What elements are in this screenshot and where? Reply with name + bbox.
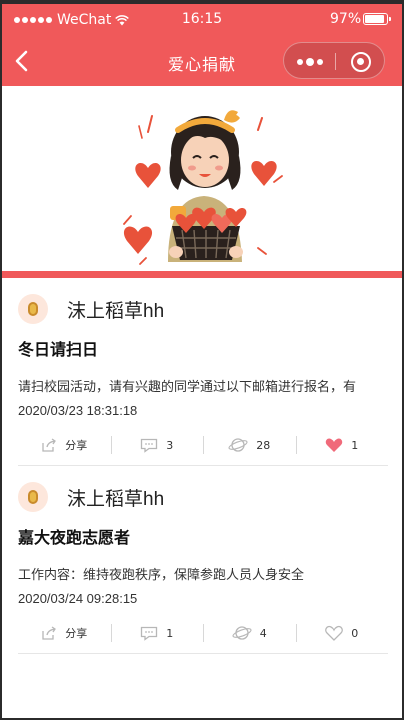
view-count: 4: [259, 626, 267, 640]
comment-button[interactable]: 1: [110, 622, 204, 644]
like-count: 1: [351, 438, 359, 452]
close-ring-icon: [351, 51, 371, 72]
author-name: 沫上稻草hh: [67, 489, 165, 510]
post-body: 工作内容：维持夜跑秩序，保障参跑人员人身安全: [18, 568, 305, 583]
post-card[interactable]: 沫上稻草hh 冬日请扫日 请扫校园活动，请有兴趣的同学通过以下邮箱进行报名，有 …: [18, 286, 388, 466]
battery-fill: [365, 15, 385, 23]
heart-filled-icon: [326, 438, 343, 452]
comment-count: 3: [166, 438, 174, 452]
share-icon: [42, 438, 57, 452]
share-label: 分享: [65, 439, 88, 452]
views-indicator: 4: [203, 622, 296, 644]
post-date: 2020/03/23 18:31:18: [18, 403, 138, 418]
share-icon: [42, 626, 57, 640]
nav-bar: 爱心捐献: [0, 38, 404, 84]
post-card[interactable]: 沫上稻草hh 嘉大夜跑志愿者 工作内容：维持夜跑秩序，保障参跑人员人身安全 20…: [18, 474, 388, 654]
banner-divider: [0, 271, 404, 278]
like-button[interactable]: 1: [295, 434, 389, 456]
like-button[interactable]: 0: [295, 622, 389, 644]
author-row: 沫上稻草hh: [18, 292, 388, 328]
planet-views-icon: [228, 438, 248, 452]
header: WeChat 16:15 97% 爱心捐献: [0, 0, 404, 86]
like-count: 0: [351, 626, 359, 640]
status-bar: WeChat 16:15 97%: [0, 0, 404, 38]
heart-decoration: [251, 160, 277, 186]
planet-views-icon: [232, 626, 252, 640]
share-button[interactable]: 分享: [18, 434, 111, 456]
mini-program-capsule: [283, 42, 385, 79]
post-actions: 分享 1 4 0: [18, 622, 388, 644]
author-row: 沫上稻草hh: [18, 480, 388, 516]
comment-count: 1: [166, 626, 174, 640]
post-body: 请扫校园活动，请有兴趣的同学通过以下邮箱进行报名，有: [18, 380, 357, 395]
heart-decoration: [135, 162, 161, 188]
avatar[interactable]: [18, 294, 48, 324]
close-mini-program-button[interactable]: [336, 43, 386, 80]
views-indicator: 28: [203, 434, 296, 456]
comment-button[interactable]: 3: [110, 434, 204, 456]
heart-decoration: [123, 226, 153, 254]
post-title: 冬日请扫日: [18, 340, 99, 359]
battery-icon: [363, 13, 388, 25]
share-label: 分享: [65, 627, 88, 640]
avatar-image: [28, 490, 38, 504]
author-name: 沫上稻草hh: [67, 301, 165, 322]
heart-outline-icon: [325, 625, 344, 641]
share-button[interactable]: 分享: [18, 622, 111, 644]
comment-icon: [141, 626, 158, 641]
comment-icon: [141, 438, 158, 453]
avatar[interactable]: [18, 482, 48, 512]
more-options-button[interactable]: [284, 43, 335, 80]
post-actions: 分享 3 28 1: [18, 434, 388, 456]
battery-tip: [389, 17, 391, 21]
view-count: 28: [256, 438, 271, 452]
battery-percent: 97%: [330, 11, 362, 27]
more-dot: [305, 57, 314, 66]
banner-illustration: [123, 110, 283, 265]
avatar-image: [28, 302, 38, 316]
more-dot: [296, 58, 303, 65]
post-date: 2020/03/24 09:28:15: [18, 591, 138, 606]
post-title: 嘉大夜跑志愿者: [18, 528, 131, 547]
banner: [0, 86, 404, 271]
more-dot: [316, 58, 323, 65]
